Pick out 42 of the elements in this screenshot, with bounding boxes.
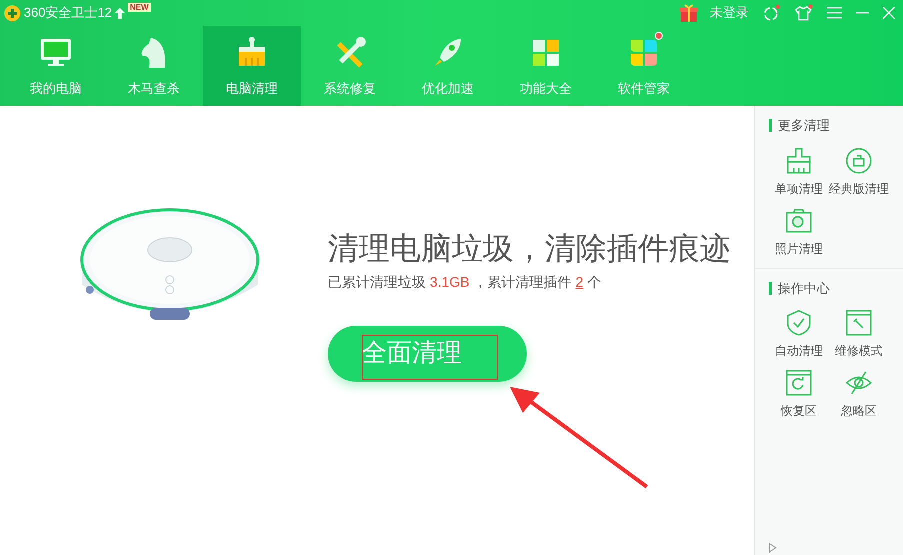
up-arrow-icon: [115, 8, 126, 18]
tool-item[interactable]: 自动清理: [769, 310, 829, 360]
nav-tab[interactable]: 我的电脑: [7, 26, 105, 106]
stats-label: ，累计清理插件: [474, 273, 572, 292]
headline: 清理电脑垃圾，清除插件痕迹: [328, 230, 731, 268]
tool-item[interactable]: 忽略区: [829, 370, 889, 420]
camera-icon: [786, 208, 812, 234]
nav-tab[interactable]: 系统修复: [301, 26, 399, 106]
junk-size: 3.1GB: [430, 273, 470, 292]
tool-item[interactable]: 恢复区: [769, 370, 829, 420]
plus-logo-icon: [4, 4, 21, 22]
restore-icon: [786, 370, 812, 396]
login-status[interactable]: 未登录: [710, 3, 749, 23]
stats-label: 个: [588, 273, 602, 292]
section-title: 更多清理: [778, 117, 830, 135]
full-clean-button[interactable]: 全面清理: [328, 326, 527, 382]
shirt-icon[interactable]: [795, 4, 813, 22]
shield-check-icon: [786, 310, 812, 336]
section-title: 操作中心: [778, 280, 830, 298]
close-icon[interactable]: [883, 7, 895, 19]
new-badge: NEW: [128, 3, 151, 12]
brush-icon: [786, 148, 812, 174]
nav-tab[interactable]: 功能大全: [497, 26, 595, 106]
nav-tab[interactable]: 电脑清理: [203, 26, 301, 106]
expand-icon[interactable]: [769, 543, 777, 553]
nav-tab[interactable]: 软件管家: [595, 26, 693, 106]
plugin-count[interactable]: 2: [576, 272, 584, 293]
section-marker: [769, 119, 772, 132]
tool-item[interactable]: 照片清理: [769, 208, 829, 258]
sync-icon[interactable]: [763, 4, 781, 22]
stats-label: 已累计清理垃圾: [328, 273, 426, 292]
tool-item[interactable]: 单项清理: [769, 148, 829, 198]
tool-item[interactable]: 经典版清理: [829, 148, 889, 198]
nav-tab[interactable]: 木马查杀: [105, 26, 203, 106]
menu-icon[interactable]: [827, 7, 842, 19]
eye-slash-icon: [846, 370, 872, 396]
wrench-window-icon: [846, 310, 872, 336]
app-title: 360安全卫士12: [24, 4, 112, 22]
tool-item[interactable]: 维修模式: [829, 310, 889, 360]
nav-tab[interactable]: 优化加速: [399, 26, 497, 106]
section-marker: [769, 282, 772, 295]
brush-circle-icon: [846, 148, 872, 174]
